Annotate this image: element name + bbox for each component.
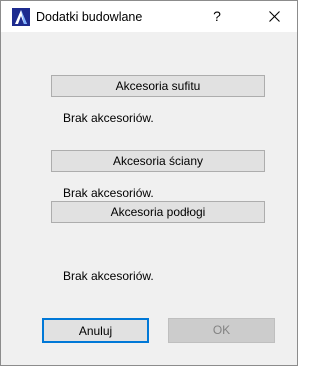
title-bar[interactable]: Dodatki budowlane ?: [1, 1, 297, 32]
close-icon: [269, 11, 280, 22]
cancel-button[interactable]: Anuluj: [42, 318, 149, 343]
ok-button[interactable]: OK: [168, 318, 275, 343]
floor-accessories-status: Brak akcesoriów.: [63, 269, 154, 283]
help-button[interactable]: ?: [197, 1, 237, 32]
window-title: Dodatki budowlane: [36, 10, 143, 24]
wall-accessories-status: Brak akcesoriów.: [63, 186, 154, 200]
floor-accessories-button[interactable]: Akcesoria podłogi: [51, 201, 265, 223]
close-button[interactable]: [253, 1, 297, 32]
wall-accessories-button[interactable]: Akcesoria ściany: [51, 150, 265, 172]
ceiling-accessories-status: Brak akcesoriów.: [63, 111, 154, 125]
ceiling-accessories-button[interactable]: Akcesoria sufitu: [51, 75, 265, 97]
dialog-window: Dodatki budowlane ? Akcesoria sufitu Bra…: [0, 0, 298, 366]
app-logo-icon: [12, 8, 30, 26]
